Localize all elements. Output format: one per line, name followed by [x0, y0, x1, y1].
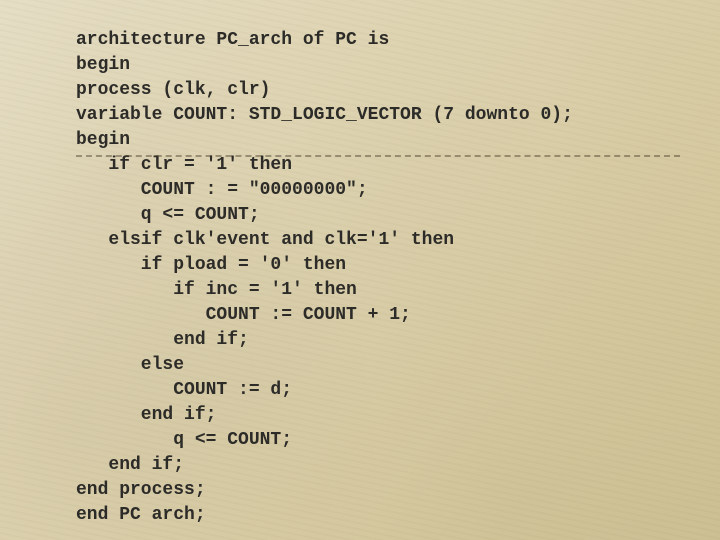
code-line: if pload = '0' then	[76, 253, 720, 278]
code-line: end if;	[76, 453, 720, 478]
code-line: COUNT : = "00000000";	[76, 178, 720, 203]
code-line: elsif clk'event and clk='1' then	[76, 228, 720, 253]
code-line: begin	[76, 128, 720, 153]
code-line: COUNT := COUNT + 1;	[76, 303, 720, 328]
code-line: variable COUNT: STD_LOGIC_VECTOR (7 down…	[76, 103, 720, 128]
code-line: if clr = '1' then	[76, 153, 720, 178]
code-line: architecture PC_arch of PC is	[76, 28, 720, 53]
code-line: end PC arch;	[76, 503, 720, 528]
code-line: end if;	[76, 403, 720, 428]
code-line: q <= COUNT;	[76, 428, 720, 453]
code-line: if inc = '1' then	[76, 278, 720, 303]
code-line: q <= COUNT;	[76, 203, 720, 228]
code-block: architecture PC_arch of PC is begin proc…	[76, 28, 720, 528]
code-line: else	[76, 353, 720, 378]
code-line: end process;	[76, 478, 720, 503]
code-line: process (clk, clr)	[76, 78, 720, 103]
code-line: end if;	[76, 328, 720, 353]
code-line: COUNT := d;	[76, 378, 720, 403]
code-line: begin	[76, 53, 720, 78]
